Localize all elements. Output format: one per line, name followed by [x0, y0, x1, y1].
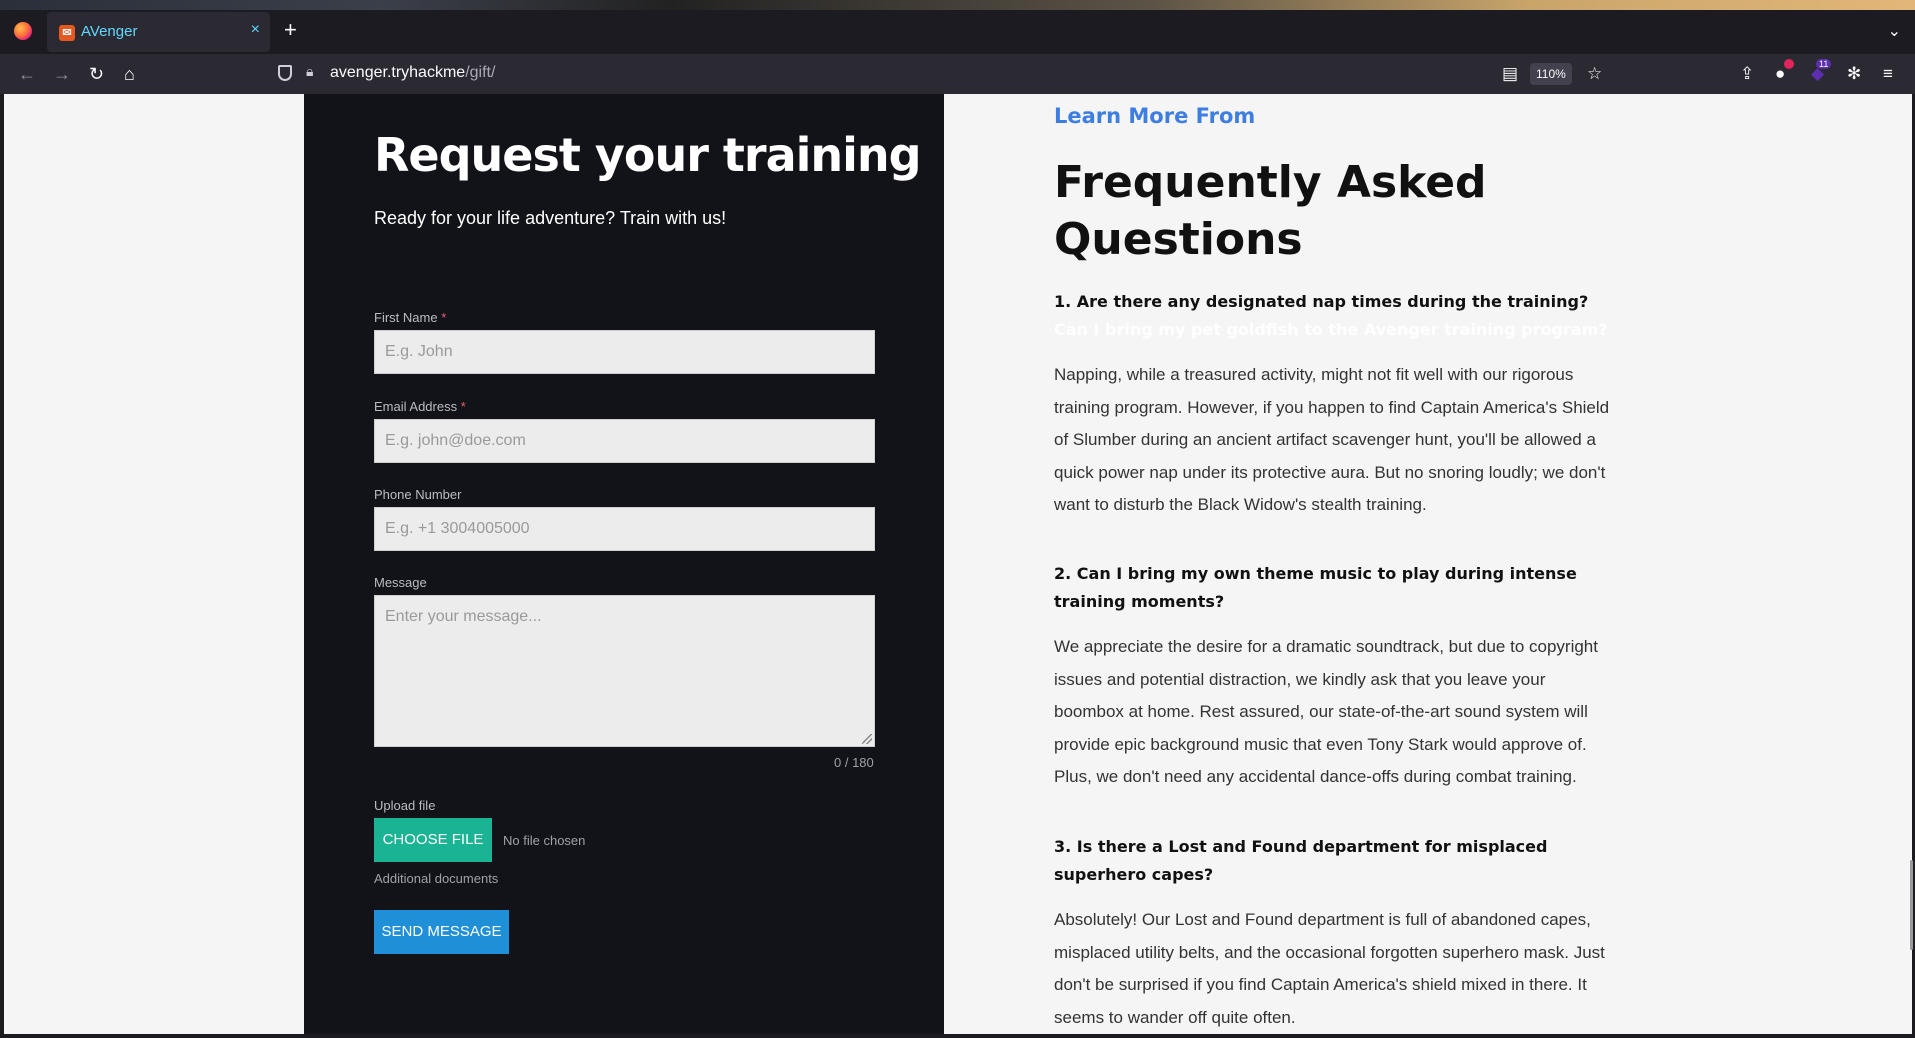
first-name-input[interactable]: E.g. John [374, 330, 875, 374]
training-form-panel: Request your training Ready for your lif… [304, 94, 944, 1034]
lock-icon[interactable]: 🔒︎ [306, 63, 313, 80]
zoom-level-button[interactable]: 110% [1530, 63, 1572, 85]
faq-answer-3: Absolutely! Our Lost and Found departmen… [1054, 910, 1605, 1027]
firefox-icon[interactable] [14, 22, 32, 40]
home-icon[interactable]: ⌂ [124, 62, 135, 86]
page-scrollbar[interactable] [1910, 860, 1913, 950]
required-mark: * [460, 399, 466, 414]
shield-icon[interactable] [278, 65, 292, 81]
char-counter: 0 / 180 [834, 755, 874, 770]
choose-file-button[interactable]: CHOOSE FILE [374, 818, 492, 862]
upload-label: Upload file [374, 798, 436, 813]
required-mark: * [441, 310, 447, 325]
extension-alert-badge [1784, 59, 1794, 69]
faq-answer-2: We appreciate the desire for a dramatic … [1054, 637, 1598, 786]
faq-question-2: 2. Can I bring my own theme music to pla… [1054, 564, 1577, 611]
desktop-wallpaper [0, 0, 1915, 10]
faq-eyebrow: Learn More From [1054, 104, 1256, 128]
faq-question-3: 3. Is there a Lost and Found department … [1054, 837, 1548, 884]
resize-grip-icon[interactable] [862, 734, 872, 744]
bookmark-star-icon[interactable]: ☆ [1587, 63, 1602, 85]
phone-input[interactable]: E.g. +1 3004005000 [374, 507, 875, 551]
hidden-question-text: Can I bring my pet goldfish to the Aveng… [1054, 320, 1608, 339]
reload-icon[interactable]: ↻ [89, 62, 104, 86]
message-placeholder: Enter your message... [385, 608, 542, 625]
email-label-text: Email Address [374, 399, 458, 414]
back-icon[interactable]: ← [18, 62, 36, 86]
new-tab-button[interactable]: + [284, 19, 297, 41]
url-host: avenger.tryhackme [330, 64, 466, 81]
faq-question-1: 1. Are there any designated nap times du… [1054, 288, 1619, 344]
tab-close-icon[interactable]: × [251, 21, 260, 39]
form-subtitle: Ready for your life adventure? Train wit… [374, 208, 727, 228]
first-name-label: First Name * [374, 310, 446, 325]
faq-title: Frequently Asked Questions [1054, 157, 1487, 265]
extensions-icon[interactable]: ✻ [1847, 63, 1861, 85]
navigation-bar: ← → ↻ ⌂ 🔒︎ avenger.tryhackme/gift/ ▤ 110… [0, 54, 1915, 94]
phone-label: Phone Number [374, 487, 462, 502]
url-path: /gift/ [465, 64, 496, 81]
tab-title: AVenger [81, 23, 138, 40]
menu-icon[interactable]: ≡ [1883, 63, 1893, 85]
faq-question-1-text: 1. Are there any designated nap times du… [1054, 292, 1589, 311]
share-icon[interactable]: ⇪ [1740, 63, 1754, 85]
email-input[interactable]: E.g. john@doe.com [374, 419, 875, 463]
no-file-text: No file chosen [503, 833, 586, 848]
reader-view-icon[interactable]: ▤ [1502, 63, 1518, 85]
tab-favicon-icon: ✉ [59, 25, 75, 41]
tab-bar: ✉ AVenger × + ⌄ [0, 10, 1915, 54]
extension-count-badge: 11 [1816, 59, 1832, 69]
first-name-label-text: First Name [374, 310, 438, 325]
send-message-button[interactable]: SEND MESSAGE [374, 910, 509, 954]
message-textarea[interactable]: Enter your message... [374, 595, 875, 747]
email-label: Email Address * [374, 399, 466, 414]
additional-documents-hint: Additional documents [374, 871, 499, 886]
url-text[interactable]: avenger.tryhackme/gift/ [330, 64, 495, 82]
form-title: Request your training [374, 128, 922, 182]
tab-list-chevron-icon[interactable]: ⌄ [1888, 21, 1901, 41]
message-label: Message [374, 575, 427, 590]
forward-icon[interactable]: → [53, 62, 71, 86]
browser-tab[interactable]: ✉ AVenger × [47, 12, 270, 52]
web-page: Request your training Ready for your lif… [4, 94, 1912, 1034]
faq-answer-1: Napping, while a treasured activity, mig… [1054, 365, 1610, 514]
